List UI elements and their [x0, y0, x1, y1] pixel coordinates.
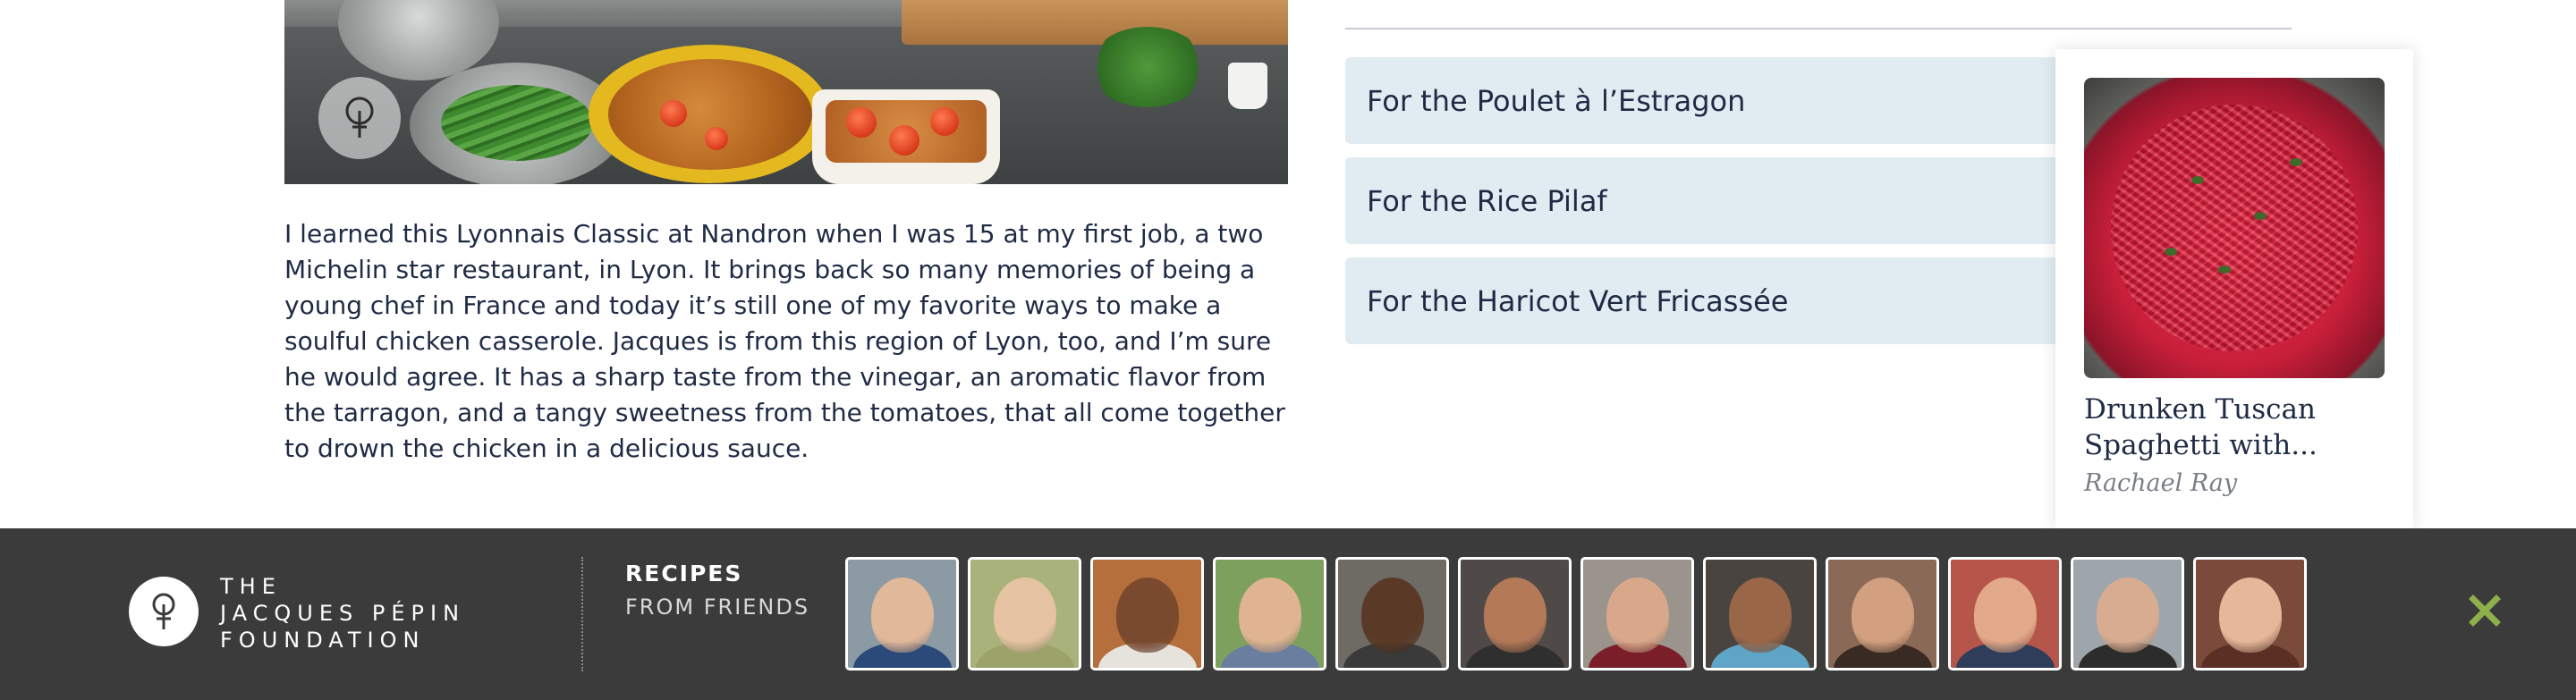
friend-thumbnail[interactable] — [1580, 557, 1694, 670]
ingredient-sections: For the Poulet à l’Estragon For the Rice… — [1345, 57, 2114, 358]
photo-chicken-stew — [608, 59, 812, 170]
foundation-name[interactable]: THE JACQUES PÉPIN FOUNDATION — [220, 573, 465, 654]
section-divider — [1345, 28, 2292, 30]
basil-leaf — [2254, 212, 2267, 220]
photo-cup — [1228, 63, 1267, 109]
recipes-subheading: FROM FRIENDS — [625, 595, 810, 620]
chef-portrait-icon — [1116, 578, 1179, 653]
chef-portrait-icon — [1361, 578, 1424, 653]
friend-thumbnail[interactable] — [1703, 557, 1817, 670]
chef-portrait-icon — [1729, 578, 1792, 653]
friend-thumbnail[interactable] — [1826, 557, 1939, 670]
chef-portrait-icon — [1484, 578, 1546, 653]
photo-cutting-board — [902, 0, 1288, 45]
photo-tomato — [846, 107, 877, 138]
related-recipe-card[interactable]: Drunken Tuscan Spaghetti with... Rachael… — [2055, 49, 2413, 528]
related-recipe-title[interactable]: Drunken Tuscan Spaghetti with... — [2084, 392, 2388, 463]
foundation-logo-icon[interactable] — [129, 577, 199, 646]
photo-tarragon — [1089, 27, 1206, 107]
ingredient-section-haricot-vert[interactable]: For the Haricot Vert Fricassée — [1345, 257, 2114, 344]
chef-portrait-icon — [1239, 578, 1301, 653]
friend-thumbnail[interactable] — [1458, 557, 1572, 670]
foundation-name-line: JACQUES PÉPIN — [220, 601, 466, 626]
friend-thumbnail[interactable] — [1335, 557, 1449, 670]
chef-portrait-icon — [994, 578, 1056, 653]
basil-leaf — [2191, 176, 2204, 184]
ingredient-section-poulet[interactable]: For the Poulet à l’Estragon — [1345, 57, 2114, 144]
ingredient-section-rice-pilaf[interactable]: For the Rice Pilaf — [1345, 157, 2114, 244]
photo-tomato — [930, 107, 959, 136]
recipes-heading: RECIPES — [625, 561, 743, 586]
pasta-texture — [2111, 105, 2358, 351]
friend-thumbnail[interactable] — [845, 557, 959, 670]
chef-portrait-icon — [2219, 578, 2282, 653]
chef-portrait-icon — [871, 578, 934, 653]
chef-portrait-icon — [2097, 578, 2159, 653]
friend-thumbnail[interactable] — [2193, 557, 2307, 670]
friend-thumbnail[interactable] — [1948, 557, 2062, 670]
friend-thumbnail[interactable] — [968, 557, 1081, 670]
photo-tomato — [660, 100, 687, 127]
friend-thumbnail[interactable] — [1213, 557, 1326, 670]
basil-leaf — [2165, 248, 2177, 256]
close-x-icon[interactable] — [2464, 590, 2505, 631]
related-recipe-image — [2084, 78, 2385, 378]
friend-thumbnail[interactable] — [2071, 557, 2184, 670]
foundation-watermark-icon — [318, 77, 401, 159]
recipe-photo — [284, 0, 1288, 184]
photo-green-beans — [441, 85, 593, 161]
basil-leaf — [2290, 158, 2302, 166]
recipes-from-friends-bar: THE JACQUES PÉPIN FOUNDATION RECIPES FRO… — [0, 528, 2576, 700]
footer-divider — [581, 557, 583, 671]
chef-portrait-icon — [1852, 578, 1914, 653]
basil-leaf — [2218, 266, 2231, 274]
recipe-story: I learned this Lyonnais Classic at Nandr… — [284, 219, 1285, 463]
related-recipe-author: Rachael Ray — [2084, 469, 2238, 497]
photo-tomato — [705, 127, 728, 150]
chef-portrait-icon — [1974, 578, 2037, 653]
photo-tomato — [889, 125, 919, 156]
foundation-name-line: FOUNDATION — [220, 628, 426, 653]
chef-portrait-icon — [1606, 578, 1669, 653]
foundation-name-line: THE — [220, 574, 282, 599]
friend-thumbnail[interactable] — [1090, 557, 1204, 670]
